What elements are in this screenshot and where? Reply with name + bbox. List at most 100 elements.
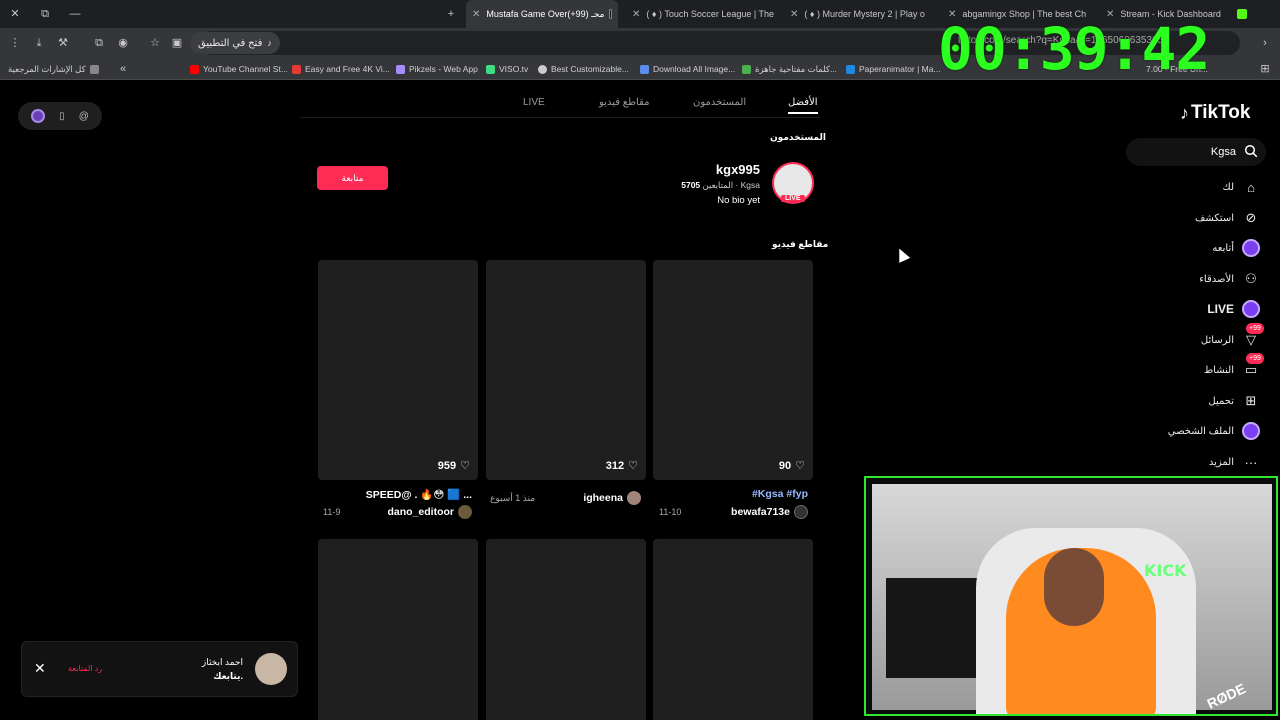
video-date: 11-10 [659, 507, 682, 517]
nav-following[interactable]: أتابعه [1212, 236, 1260, 260]
video-card[interactable] [653, 539, 813, 720]
bookmark-item[interactable]: Easy and Free 4K Vi... [292, 62, 390, 76]
tab-live[interactable]: LIVE [523, 97, 545, 108]
chevron-right-icon[interactable]: › [1258, 36, 1272, 50]
bookmark-item[interactable]: Best Customizable... [538, 62, 629, 76]
chevrons-icon[interactable]: « [116, 62, 130, 76]
menu-dots-icon[interactable]: ⋮ [8, 36, 22, 50]
video-author[interactable]: dano_editoor [387, 505, 472, 519]
video-card[interactable] [318, 539, 478, 720]
viso-icon [486, 64, 495, 74]
tab-top[interactable]: الأفضل [788, 97, 818, 114]
extension-icon[interactable]: ⚒ [56, 36, 70, 50]
download-icon[interactable]: ⤓ [32, 36, 46, 50]
follow-button[interactable]: متابعة [317, 166, 388, 190]
notification-avatar[interactable] [255, 653, 287, 685]
tab-touch-soccer[interactable]: ✕ ( ♦ ) Touch Soccer League | The [626, 0, 776, 28]
nav-label: LIVE [1207, 302, 1234, 316]
puzzle-icon[interactable]: ⧉ [92, 36, 106, 50]
like-count-value: 959 [437, 459, 457, 472]
streamer-face [1044, 548, 1104, 626]
close-icon[interactable]: ✕ [34, 660, 46, 677]
video-caption[interactable]: SPEED@ . 🔥😳 🟦 ... [366, 488, 472, 501]
author-name: dano_editoor [387, 506, 454, 518]
tab-users[interactable]: المستخدمون [693, 97, 746, 108]
video-author[interactable]: bewafa713e [731, 505, 808, 519]
bookmark-item[interactable]: Download All Image... [640, 62, 735, 76]
bookmark-item[interactable]: Paperanimator | Ma... [846, 62, 941, 76]
author-name: igheena [583, 492, 623, 504]
user-bio: No bio yet [717, 195, 760, 206]
video-author[interactable]: igheena [583, 491, 641, 505]
tab-mustafa[interactable]: ✕ Mustafa Game Over(+99) محـ [466, 0, 618, 28]
folder-icon [89, 64, 99, 74]
notification-name: احمد ابخثاز [201, 657, 243, 667]
nav-for-you[interactable]: لك ⌂ [1223, 175, 1260, 199]
apps-grid-icon[interactable]: ⊞ [1258, 62, 1272, 76]
minimize-window-icon[interactable]: — [68, 7, 82, 21]
user-name[interactable]: kgx995 [716, 162, 760, 177]
tiktok-icon: ♪ [267, 38, 272, 48]
webcam-overlay: KICK RØDE [864, 476, 1278, 716]
tiktok-logo[interactable]: ♪ TikTok [1180, 102, 1250, 124]
following-icon [1242, 239, 1260, 257]
tiktok-note-icon: ♪ [1180, 102, 1189, 123]
close-window-icon[interactable]: ✕ [8, 7, 22, 21]
open-in-app-button[interactable]: فتح في التطبيق ♪ [190, 32, 280, 54]
close-tab-icon[interactable]: ✕ [790, 9, 798, 20]
open-in-app-label: فتح في التطبيق [198, 37, 263, 49]
nav-explore[interactable]: استكشف ⊘ [1195, 206, 1260, 230]
restore-window-icon[interactable]: ⧉ [38, 7, 52, 21]
notification-text: يتابعك. [213, 671, 243, 681]
keywords-icon [742, 64, 751, 74]
bookmark-label: Download All Image... [653, 64, 736, 74]
nav-upload[interactable]: تحميل ⊞ [1208, 389, 1260, 413]
search-box[interactable] [1126, 138, 1266, 166]
video-date: 11-9 [323, 507, 341, 517]
tab-videos[interactable]: مقاطع فيديو [599, 97, 650, 108]
close-tab-icon[interactable]: ✕ [472, 9, 480, 20]
shield-icon[interactable]: ◉ [116, 36, 130, 50]
search-input[interactable] [1136, 144, 1236, 160]
bookmark-item[interactable]: كلمات مفتاحية جاهزة... [742, 62, 837, 76]
nav-messages[interactable]: الرسائل ▽ +99 [1201, 323, 1264, 352]
install-app-icon[interactable]: ▣ [170, 36, 184, 50]
bookmark-label: Pikzels - Web App [409, 64, 478, 74]
bookmark-item[interactable]: Pikzels - Web App [396, 62, 478, 76]
nav-profile[interactable]: الملف الشخصي [1168, 419, 1260, 443]
logo-text: TikTok [1191, 102, 1251, 123]
nav-live[interactable]: LIVE [1207, 297, 1260, 321]
upload-icon: ⊞ [1245, 393, 1257, 408]
tab-murder-mystery[interactable]: ✕ ( ♦ ) Murder Mystery 2 | Play o [784, 0, 934, 28]
new-tab-icon[interactable]: + [444, 7, 458, 21]
video-card[interactable]: 312 ♡ [486, 260, 646, 480]
user-handle: Kgsa [740, 180, 760, 190]
video-card[interactable]: 90 ♡ [653, 260, 813, 480]
at-icon[interactable]: @ [79, 111, 89, 122]
tiktok-favicon-icon [609, 9, 612, 19]
extension-pill[interactable]: ▯ @ [18, 102, 102, 130]
video-card[interactable]: 959 ♡ [318, 260, 478, 480]
bookmark-item[interactable]: YouTube Channel St... [190, 62, 288, 76]
nav-label: الأصدقاء [1199, 273, 1234, 285]
nav-friends[interactable]: الأصدقاء ⚇ [1199, 267, 1260, 291]
heart-icon: ♡ [460, 460, 470, 472]
video-card[interactable] [486, 539, 646, 720]
friends-icon: ⚇ [1245, 271, 1257, 286]
nav-more[interactable]: المزيد ··· [1209, 450, 1260, 474]
bookmark-star-icon[interactable]: ☆ [148, 36, 162, 50]
all-bookmarks-item[interactable]: كل الإشارات المرجعية [8, 62, 99, 76]
users-heading: المستخدمون [770, 132, 826, 142]
close-tab-icon[interactable]: ✕ [632, 9, 640, 20]
search-icon[interactable] [1244, 144, 1258, 158]
video-caption[interactable]: #Kgsa #fyp [752, 488, 808, 500]
nav-activity[interactable]: النشاط ▭ +99 [1204, 353, 1264, 382]
videos-heading: مقاطع فيديو [772, 239, 829, 249]
bookmark-item[interactable]: VISO.tv [486, 62, 528, 76]
nav-label: لك [1222, 181, 1234, 193]
heart-icon: ♡ [795, 460, 805, 472]
globe-icon [538, 64, 547, 74]
bookmark-label: Best Customizable... [551, 64, 629, 74]
follow-back-link[interactable]: رد المتابعة [68, 664, 102, 673]
phone-icon[interactable]: ▯ [59, 111, 65, 122]
